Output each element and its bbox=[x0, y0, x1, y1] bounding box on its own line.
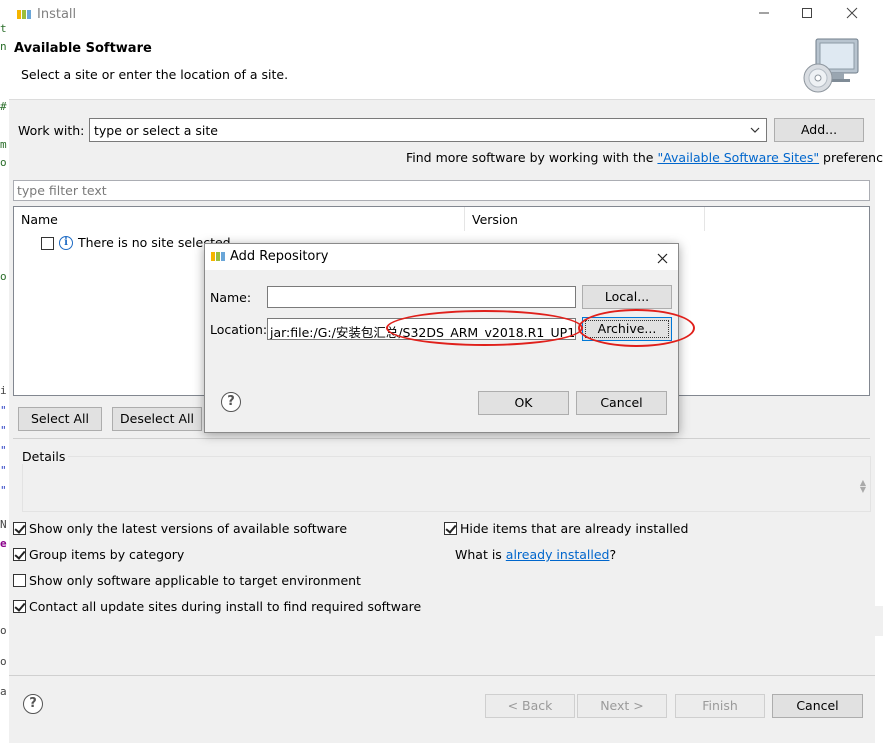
nxp-app-icon bbox=[211, 252, 225, 261]
checkbox-icon[interactable] bbox=[41, 237, 54, 250]
checkbox-icon[interactable] bbox=[13, 548, 26, 561]
work-with-value: type or select a site bbox=[94, 123, 218, 138]
highlight-ellipse-path bbox=[386, 310, 583, 346]
column-name[interactable]: Name bbox=[14, 207, 465, 231]
option-target-env-label: Show only software applicable to target … bbox=[29, 573, 361, 588]
find-more-text: Find more software by working with the "… bbox=[406, 150, 883, 165]
info-icon: i bbox=[59, 236, 73, 250]
details-area: ▲ ▼ bbox=[22, 456, 871, 512]
chevron-down-icon[interactable] bbox=[750, 125, 760, 135]
find-more-suffix: preferences. bbox=[823, 150, 883, 165]
title-bar: Install bbox=[9, 0, 875, 31]
close-icon[interactable] bbox=[838, 5, 866, 25]
add-site-button[interactable]: Add... bbox=[774, 118, 864, 142]
checkbox-icon[interactable] bbox=[13, 522, 26, 535]
option-hide-installed-label: Hide items that are already installed bbox=[460, 521, 689, 536]
filter-input[interactable]: type filter text bbox=[13, 180, 870, 201]
next-button[interactable]: Next > bbox=[577, 694, 667, 718]
filter-placeholder: type filter text bbox=[17, 183, 107, 198]
work-with-combo[interactable]: type or select a site bbox=[89, 118, 767, 142]
deselect-all-button[interactable]: Deselect All bbox=[112, 407, 202, 431]
finish-button[interactable]: Finish bbox=[675, 694, 765, 718]
details-group: ▲ ▼ bbox=[17, 456, 871, 512]
minimize-icon[interactable] bbox=[750, 5, 778, 25]
option-group-by-category-label: Group items by category bbox=[29, 547, 185, 562]
already-installed-link[interactable]: already installed bbox=[506, 547, 610, 562]
checkbox-icon[interactable] bbox=[13, 600, 26, 613]
wizard-header: Available Software Select a site or ente… bbox=[9, 31, 875, 100]
page-description: Select a site or enter the location of a… bbox=[21, 67, 289, 82]
cancel-button[interactable]: Cancel bbox=[772, 694, 863, 718]
dialog-title: Add Repository bbox=[230, 249, 329, 264]
what-is-prefix: What is bbox=[455, 547, 506, 562]
background-editor-edge: t n # m o o i " " " " " N e o o a bbox=[0, 0, 9, 743]
close-icon[interactable] bbox=[657, 247, 668, 268]
location-label: Location: bbox=[210, 322, 268, 337]
local-button[interactable]: Local... bbox=[582, 285, 672, 309]
page-title: Available Software bbox=[14, 41, 152, 56]
ok-button[interactable]: OK bbox=[478, 391, 569, 415]
help-icon[interactable]: ? bbox=[23, 694, 43, 714]
work-with-label: Work with: bbox=[18, 123, 85, 138]
option-latest-versions-label: Show only the latest versions of availab… bbox=[29, 521, 348, 536]
back-button[interactable]: < Back bbox=[485, 694, 575, 718]
what-is-suffix: ? bbox=[609, 547, 617, 562]
dialog-cancel-button[interactable]: Cancel bbox=[576, 391, 667, 415]
background-scrollbar bbox=[875, 0, 883, 743]
what-is-installed-text: What is already installed? bbox=[455, 547, 616, 562]
window-title: Install bbox=[37, 7, 77, 22]
name-input[interactable] bbox=[267, 286, 576, 308]
highlight-ellipse-archive bbox=[578, 309, 695, 347]
available-sites-link[interactable]: "Available Software Sites" bbox=[657, 150, 819, 165]
footer-separator bbox=[9, 675, 875, 676]
find-more-prefix: Find more software by working with the bbox=[406, 150, 658, 165]
dialog-title-bar: Add Repository bbox=[205, 244, 678, 270]
separator bbox=[13, 438, 870, 439]
checkbox-icon[interactable] bbox=[444, 522, 457, 535]
checkbox-icon[interactable] bbox=[13, 574, 26, 587]
column-version[interactable]: Version bbox=[465, 207, 705, 231]
nxp-app-icon bbox=[17, 10, 31, 19]
scroll-arrows-icon[interactable]: ▲ ▼ bbox=[860, 479, 866, 494]
install-banner-icon bbox=[803, 38, 859, 93]
maximize-icon[interactable] bbox=[793, 5, 821, 25]
select-all-button[interactable]: Select All bbox=[18, 407, 102, 431]
help-icon[interactable]: ? bbox=[221, 392, 241, 412]
details-label: Details bbox=[22, 449, 69, 464]
option-contact-sites-label: Contact all update sites during install … bbox=[29, 599, 422, 614]
name-label: Name: bbox=[210, 290, 252, 305]
